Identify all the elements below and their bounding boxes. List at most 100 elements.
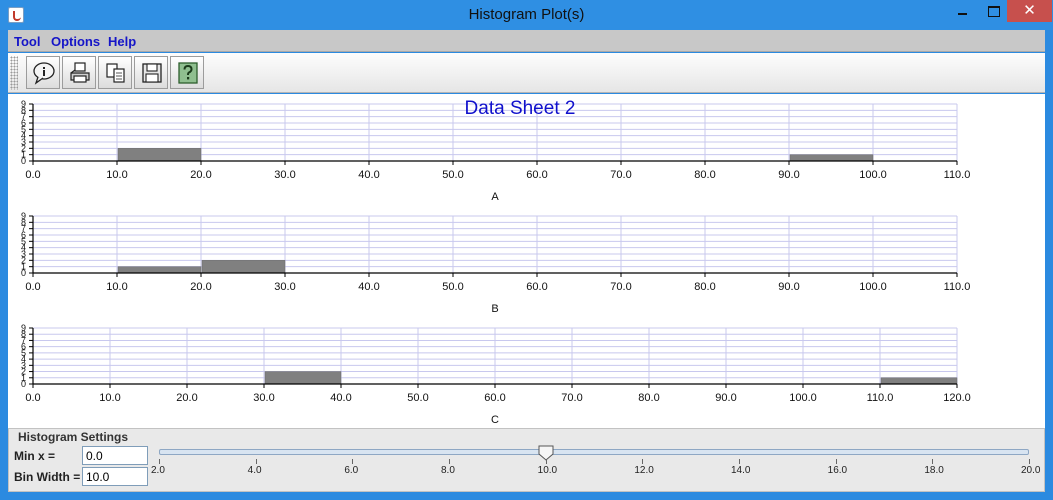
slider-label: 6.0 (344, 465, 359, 476)
x-tick-label: 0.0 (25, 392, 40, 404)
x-axis-label: C (491, 414, 499, 426)
window-frame-bottom (0, 492, 1053, 500)
menu-bar: Tool Options Help (8, 30, 1045, 52)
app-window: Histogram Plot(s) ✕ Tool Options Help 0 … (0, 0, 1053, 500)
slider-tick (159, 459, 160, 464)
histogram-bar (880, 377, 958, 385)
x-tick-label: 20.0 (190, 169, 211, 181)
x-tick-label: 50.0 (442, 169, 463, 181)
save-button[interactable] (134, 56, 168, 89)
histogram-charts: 01234567890.0 10.0 20.0 30.0 40.0 50.0 60.0 70.… (21, 98, 971, 426)
slider-label: 16.0 (827, 465, 848, 476)
chart-title: Data Sheet 2 (465, 98, 576, 119)
bin-width-label: Bin Width = (14, 470, 81, 484)
menu-options[interactable]: Options (51, 34, 100, 49)
y-tick-label: 9 (21, 99, 26, 109)
settings-legend: Histogram Settings (18, 430, 129, 444)
x-tick-label: 80.0 (694, 281, 715, 293)
toolbar-grip-handle[interactable] (10, 56, 18, 90)
save-disk-icon (142, 63, 162, 83)
y-tick-label: 9 (21, 211, 26, 221)
x-tick-label: 10.0 (106, 281, 127, 293)
help-question-icon (178, 62, 198, 84)
copy-button[interactable] (98, 56, 132, 89)
x-tick-label: 20.0 (176, 392, 197, 404)
slider-tick (642, 459, 644, 464)
slider-tick (255, 459, 257, 464)
slider-tick (449, 459, 450, 464)
histogram-settings-panel: Histogram Settings Min x = Bin Width = 2… (8, 428, 1045, 492)
histogram-bar (201, 260, 286, 274)
x-tick-label: 40.0 (358, 281, 379, 293)
slider-tick (352, 459, 354, 464)
x-tick-label: 20.0 (190, 281, 211, 293)
histogram-1: 01234567890.0 10.0 20.0 30.0 40.0 50.0 60.0 70.… (21, 211, 970, 315)
maximize-button[interactable] (979, 0, 1007, 22)
info-button[interactable] (26, 56, 60, 89)
x-tick-label: 40.0 (358, 169, 379, 181)
title-bar[interactable]: Histogram Plot(s) ✕ (0, 0, 1053, 30)
x-axis-label: A (491, 191, 499, 203)
menu-tool[interactable]: Tool (14, 34, 40, 49)
menu-help[interactable]: Help (108, 34, 136, 49)
x-tick-label: 70.0 (610, 169, 631, 181)
histogram-bar (117, 148, 202, 162)
x-tick-label: 40.0 (330, 392, 351, 404)
bin-width-input[interactable] (82, 467, 148, 486)
x-tick-label: 0.0 (25, 281, 40, 293)
window-title: Histogram Plot(s) (468, 6, 585, 23)
slider-label: 12.0 (634, 465, 654, 476)
x-tick-label: 90.0 (778, 281, 799, 293)
help-button[interactable] (170, 56, 204, 89)
slider-label: 4.0 (247, 465, 262, 476)
print-icon (70, 62, 90, 83)
x-tick-label: 50.0 (442, 281, 463, 293)
toolbar (8, 53, 1045, 93)
slider-label: 14.0 (731, 465, 751, 476)
x-tick-label: 30.0 (253, 392, 274, 404)
histogram-0: 01234567890.0 10.0 20.0 30.0 40.0 50.0 60.0 70.… (21, 98, 970, 203)
close-button[interactable]: ✕ (1007, 0, 1052, 22)
x-tick-label: 60.0 (526, 281, 547, 293)
print-button[interactable] (62, 56, 96, 89)
y-tick-label: 9 (21, 323, 26, 333)
slider-tick (932, 459, 934, 464)
x-tick-label: 120.0 (943, 392, 971, 404)
x-tick-label: 0.0 (25, 169, 40, 181)
histogram-bar (789, 154, 874, 162)
x-tick-label: 10.0 (106, 169, 127, 181)
x-tick-label: 80.0 (694, 169, 715, 181)
histogram-bar (117, 266, 202, 274)
copy-icon (106, 63, 125, 83)
min-x-input[interactable] (82, 446, 148, 465)
slider-label: 18.0 (924, 465, 944, 476)
x-tick-label: 50.0 (407, 392, 428, 404)
x-tick-label: 100.0 (859, 281, 887, 293)
x-tick-label: 110.0 (944, 169, 971, 181)
histogram-2: 01234567890.0 10.0 20.0 30.0 40.0 50.0 60.0 70.… (21, 323, 971, 426)
histogram-panel: 0 1 2 3 4 5 6 7 8 9 0.0 10.0 20.0 30.0 40.0 50.0 60.0 70.… (8, 94, 1045, 428)
x-tick-label: 80.0 (638, 392, 659, 404)
slider-label: 2.0 (151, 465, 165, 476)
x-tick-label: 60.0 (526, 169, 547, 181)
x-tick-label: 110.0 (944, 281, 971, 293)
x-tick-label: 30.0 (274, 169, 295, 181)
x-axis-label: B (491, 303, 498, 315)
slider-label: 8.0 (441, 465, 455, 476)
x-tick-label: 30.0 (274, 281, 295, 293)
slider-tick (835, 459, 837, 464)
x-tick-label: 10.0 (99, 392, 120, 404)
slider-label: 10.0 (537, 465, 558, 476)
close-icon: ✕ (1023, 1, 1036, 19)
x-tick-label: 100.0 (859, 169, 887, 181)
slider-tick (545, 459, 547, 464)
info-bubble-icon (33, 62, 55, 85)
minimize-button[interactable] (945, 0, 979, 22)
histogram-bar (264, 371, 342, 385)
x-tick-label: 70.0 (561, 392, 582, 404)
bin-width-slider[interactable] (159, 449, 1029, 455)
slider-tick (1029, 459, 1030, 464)
x-tick-label: 90.0 (715, 392, 736, 404)
min-x-label: Min x = (14, 449, 56, 463)
x-tick-label: 70.0 (610, 281, 631, 293)
